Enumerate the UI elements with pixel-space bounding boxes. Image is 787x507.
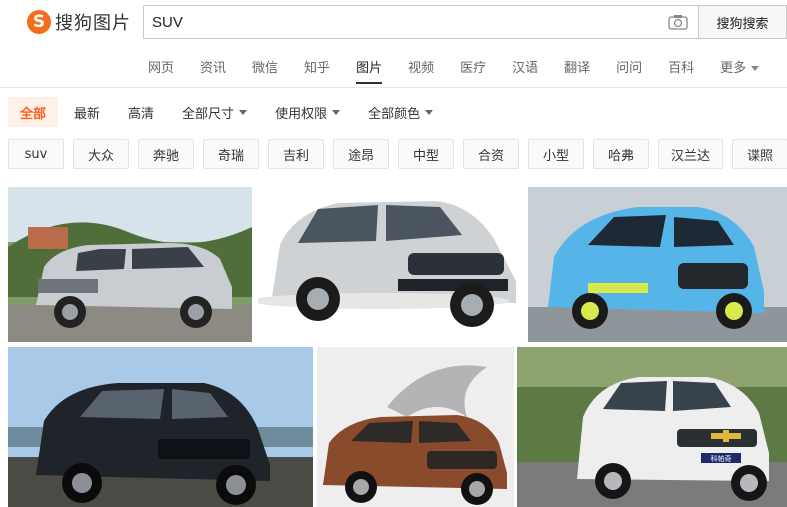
tag-suv[interactable]: suv — [8, 139, 64, 169]
nav-item-wenwen[interactable]: 问问 — [616, 57, 642, 76]
tag-chery[interactable]: 奇瑞 — [203, 139, 259, 169]
car-image — [258, 187, 522, 342]
logo-icon: S — [27, 10, 51, 34]
tag-volkswagen[interactable]: 大众 — [73, 139, 129, 169]
filter-latest[interactable]: 最新 — [62, 97, 112, 127]
filter-bar: 全部 最新 高清 全部尺寸 使用权限 全部颜色 — [8, 97, 449, 127]
chevron-down-icon — [239, 109, 248, 115]
chevron-down-icon — [425, 109, 434, 115]
logo-text: 搜狗图片 — [55, 13, 131, 34]
car-image — [528, 187, 787, 342]
car-image — [317, 347, 514, 507]
image-result-4[interactable] — [8, 347, 313, 507]
chevron-down-icon — [332, 109, 341, 115]
image-result-2[interactable] — [258, 187, 522, 342]
tag-mercedes[interactable]: 奔驰 — [138, 139, 194, 169]
nav-item-medical[interactable]: 医疗 — [460, 57, 486, 76]
tag-joint-venture[interactable]: 合资 — [463, 139, 519, 169]
nav-item-translate[interactable]: 翻译 — [564, 57, 590, 76]
search-input[interactable] — [152, 12, 652, 32]
image-result-5[interactable] — [317, 347, 514, 507]
filter-label: 全部尺寸 — [182, 106, 235, 122]
filter-label: 最新 — [74, 106, 101, 122]
nav-item-more[interactable]: 更多 — [720, 57, 759, 76]
nav-item-hanyu[interactable]: 汉语 — [512, 57, 538, 76]
nav-item-news[interactable]: 资讯 — [200, 57, 226, 76]
image-result-1[interactable] — [8, 187, 252, 342]
tag-spy-shots[interactable]: 谍照 — [732, 139, 787, 169]
header: S 搜狗图片 搜狗搜索 网页 资讯 微信 知乎 图片 视频 医疗 汉语 翻译 问… — [0, 0, 787, 88]
sogou-logo[interactable]: S 搜狗图片 — [27, 9, 131, 35]
tag-highlander[interactable]: 汉兰达 — [658, 139, 724, 169]
filter-color-dropdown[interactable]: 全部颜色 — [356, 97, 445, 127]
nav-item-wechat[interactable]: 微信 — [252, 57, 278, 76]
search-button[interactable]: 搜狗搜索 — [698, 5, 787, 39]
nav-item-images[interactable]: 图片 — [356, 57, 383, 84]
tag-midsize[interactable]: 中型 — [398, 139, 454, 169]
filter-all[interactable]: 全部 — [8, 97, 59, 127]
nav-item-zhihu[interactable]: 知乎 — [304, 57, 330, 76]
filter-label: 使用权限 — [275, 106, 328, 122]
plate-text: 科帕奇 — [711, 454, 732, 463]
image-result-3[interactable] — [528, 187, 787, 342]
camera-icon[interactable] — [668, 14, 688, 30]
car-image — [8, 187, 252, 342]
image-result-6[interactable]: 科帕奇 — [517, 347, 787, 507]
nav-bar: 网页 资讯 微信 知乎 图片 视频 医疗 汉语 翻译 问问 百科 更多 — [148, 57, 785, 84]
filter-label: 高清 — [128, 106, 155, 122]
nav-item-web[interactable]: 网页 — [148, 57, 174, 76]
filter-size-dropdown[interactable]: 全部尺寸 — [170, 97, 259, 127]
filter-license-dropdown[interactable]: 使用权限 — [263, 97, 352, 127]
filter-label: 全部 — [20, 106, 47, 122]
car-image — [8, 347, 313, 507]
tag-haval[interactable]: 哈弗 — [593, 139, 649, 169]
tag-compact[interactable]: 小型 — [528, 139, 584, 169]
related-tags: suv 大众 奔驰 奇瑞 吉利 途昂 中型 合资 小型 哈弗 汉兰达 谍照 — [8, 139, 787, 169]
nav-item-video[interactable]: 视频 — [408, 57, 434, 76]
nav-item-baike[interactable]: 百科 — [668, 57, 694, 76]
filter-hd[interactable]: 高清 — [116, 97, 166, 127]
search-box — [143, 5, 698, 39]
filter-label: 全部颜色 — [368, 106, 421, 122]
tag-geely[interactable]: 吉利 — [268, 139, 324, 169]
tag-teramont[interactable]: 途昂 — [333, 139, 389, 169]
car-image: 科帕奇 — [517, 347, 787, 507]
